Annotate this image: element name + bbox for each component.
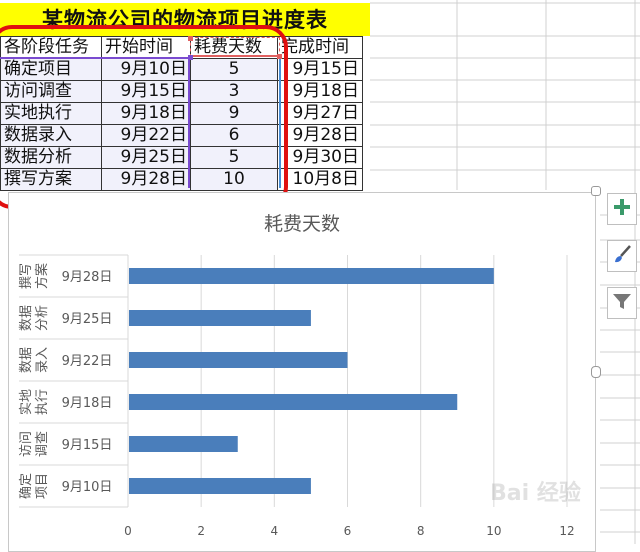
category-date-label: 9月28日	[62, 270, 113, 285]
header-cell-start[interactable]: 开始时间	[101, 36, 191, 59]
x-tick-label: 2	[197, 524, 205, 538]
category-task-label: 数据	[19, 347, 34, 373]
bar	[129, 436, 238, 452]
category-task-label: 分析	[35, 305, 50, 331]
header-cell-task[interactable]: 各阶段任务	[0, 36, 102, 59]
data-table: 各阶段任务 开始时间 耗费天数 完成时间 确定项目 9月10日 5 9月15日 …	[0, 36, 363, 191]
category-task-label: 撰写	[19, 263, 34, 289]
category-task-label: 访问	[19, 431, 34, 457]
chart-elements-button[interactable]	[607, 193, 637, 225]
bar	[129, 352, 348, 368]
task-cell[interactable]: 确定项目	[0, 58, 102, 81]
chart-filters-button[interactable]	[607, 287, 637, 319]
days-cell[interactable]: 5	[190, 58, 278, 81]
task-cell[interactable]: 数据分析	[0, 146, 102, 169]
start-cell[interactable]: 9月10日	[101, 58, 191, 81]
category-task-label: 录入	[35, 347, 50, 373]
watermark: Bai 经验	[490, 481, 581, 506]
sheet-title-cell[interactable]: 某物流公司的物流项目进度表	[0, 3, 370, 36]
category-task-label: 调查	[35, 431, 50, 457]
finish-cell[interactable]: 9月30日	[277, 146, 363, 169]
finish-cell[interactable]: 10月8日	[277, 168, 363, 191]
header-cell-finish[interactable]: 完成时间	[277, 36, 363, 59]
bar	[129, 268, 494, 284]
start-cell[interactable]: 9月18日	[101, 102, 191, 125]
category-task-label: 方案	[34, 263, 50, 289]
days-cell[interactable]: 10	[190, 168, 278, 191]
table-row: 确定项目 9月10日 5 9月15日	[0, 58, 363, 81]
task-cell[interactable]: 实地执行	[0, 102, 102, 125]
table-row: 数据分析 9月25日 5 9月30日	[0, 146, 363, 169]
x-tick-label: 8	[417, 524, 425, 538]
category-date-label: 9月10日	[62, 480, 113, 495]
finish-cell[interactable]: 9月28日	[277, 124, 363, 147]
task-cell[interactable]: 访问调查	[0, 80, 102, 103]
start-cell[interactable]: 9月15日	[101, 80, 191, 103]
days-cell[interactable]: 3	[190, 80, 278, 103]
start-cell[interactable]: 9月22日	[101, 124, 191, 147]
task-cell[interactable]: 撰写方案	[0, 168, 102, 191]
x-tick-label: 10	[486, 524, 501, 538]
task-cell[interactable]: 数据录入	[0, 124, 102, 147]
category-task-label: 实地	[19, 389, 34, 415]
category-date-label: 9月15日	[62, 438, 113, 453]
table-row: 实地执行 9月18日 9 9月27日	[0, 102, 363, 125]
category-date-label: 9月25日	[62, 312, 113, 327]
finish-cell[interactable]: 9月18日	[277, 80, 363, 103]
x-tick-label: 6	[344, 524, 352, 538]
days-cell[interactable]: 5	[190, 146, 278, 169]
chart-resize-handle[interactable]	[591, 366, 601, 378]
paintbrush-icon	[612, 244, 632, 268]
chart-styles-button[interactable]	[607, 240, 637, 272]
days-cell[interactable]: 6	[190, 124, 278, 147]
table-row: 访问调查 9月15日 3 9月18日	[0, 80, 363, 103]
filter-icon	[612, 291, 632, 315]
chart-resize-handle[interactable]	[591, 186, 601, 196]
days-cell[interactable]: 9	[190, 102, 278, 125]
category-task-label: 项目	[35, 473, 50, 499]
category-task-label: 执行	[35, 389, 50, 415]
plus-icon	[613, 198, 631, 220]
category-task-label: 数据	[19, 305, 34, 331]
table-row: 撰写方案 9月28日 10 10月8日	[0, 168, 363, 191]
start-cell[interactable]: 9月25日	[101, 146, 191, 169]
table-header-row: 各阶段任务 开始时间 耗费天数 完成时间	[0, 36, 363, 59]
bar	[129, 478, 311, 494]
x-tick-label: 12	[559, 524, 574, 538]
finish-cell[interactable]: 9月27日	[277, 102, 363, 125]
x-tick-label: 0	[124, 524, 132, 538]
bar	[129, 310, 311, 326]
finish-cell[interactable]: 9月15日	[277, 58, 363, 81]
header-cell-days[interactable]: 耗费天数	[190, 36, 278, 59]
bar	[129, 394, 458, 410]
table-row: 数据录入 9月22日 6 9月28日	[0, 124, 363, 147]
x-tick-label: 4	[271, 524, 279, 538]
start-cell[interactable]: 9月28日	[101, 168, 191, 191]
category-date-label: 9月18日	[62, 396, 113, 411]
category-task-label: 确定	[19, 473, 34, 499]
category-date-label: 9月22日	[62, 354, 113, 369]
